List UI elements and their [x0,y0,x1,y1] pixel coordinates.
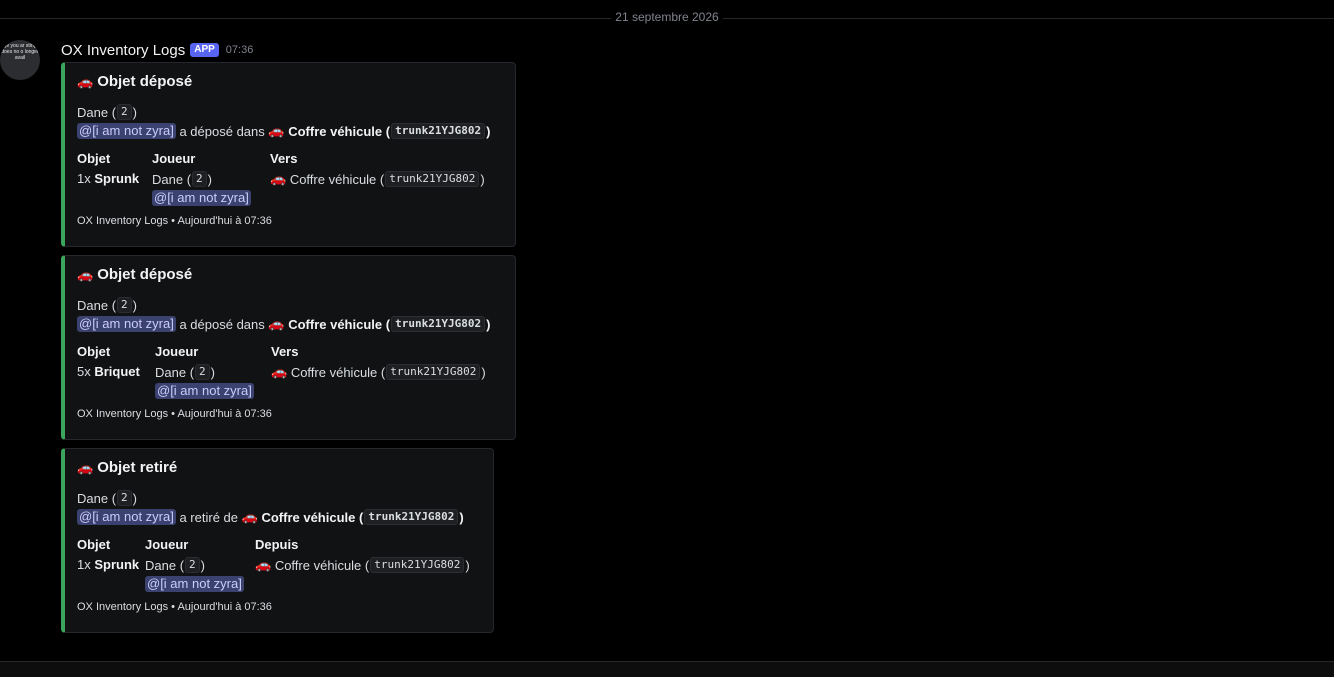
avatar-text: ge you ar sting does no o longer avail [1,43,39,61]
field-objet-value: 5x Briquet [77,364,140,379]
embed-title: 🚗 Objet retiré [77,459,178,476]
embed-title: 🚗 Objet déposé [77,73,193,90]
field-vers-name: Vers [270,151,298,166]
field-joueur-name: Joueur [152,151,196,166]
user-mention[interactable]: @[i am not zyra] [77,123,176,139]
target-id-code: trunk21YJG802 [391,316,486,332]
embed-footer: OX Inventory Logs • Aujourd'hui à 07:36 [77,601,272,613]
car-icon: 🚗 [271,364,288,379]
avatar[interactable]: ge you ar sting does no o longer avail [0,40,40,80]
player-line: Dane (2) [77,490,137,506]
field-depuis-value: 🚗 Coffre véhicule (trunk21YJG802) [255,557,470,573]
car-icon: 🚗 [268,123,285,138]
field-vers-value: 🚗 Coffre véhicule (trunk21YJG802) [271,364,486,380]
action-line: @[i am not zyra] a déposé dans 🚗 Coffre … [77,123,491,139]
field-objet-value: 1x Sprunk [77,171,140,186]
date-divider: 21 septembre 2026 [0,10,1334,24]
field-vers-name: Vers [271,344,299,359]
bottom-bar [0,661,1334,677]
embed-title: 🚗 Objet déposé [77,266,193,283]
user-mention[interactable]: @[i am not zyra] [77,316,176,332]
embed-footer: OX Inventory Logs • Aujourd'hui à 07:36 [77,215,272,227]
car-icon: 🚗 [255,557,272,572]
user-mention[interactable]: @[i am not zyra] [155,383,254,399]
user-mention[interactable]: @[i am not zyra] [77,509,176,525]
field-joueur-value: Dane (2) [145,557,205,573]
car-icon: 🚗 [268,316,285,331]
field-objet-name: Objet [77,151,111,166]
car-icon: 🚗 [77,266,94,282]
field-joueur-mention: @[i am not zyra] [145,576,244,592]
car-icon: 🚗 [241,509,258,524]
car-icon: 🚗 [77,459,94,475]
field-joueur-name: Joueur [145,537,189,552]
player-id-code: 2 [117,490,132,506]
message-time[interactable]: 07:36 [226,44,254,56]
field-objet-name: Objet [77,537,111,552]
field-joueur-value: Dane (2) [152,171,212,187]
embed-card: 🚗 Objet retiré Dane (2) @[i am not zyra]… [61,448,494,633]
player-id-code: 2 [117,104,132,120]
player-line: Dane (2) [77,297,137,313]
app-badge: APP [190,43,219,57]
message-header: OX Inventory Logs APP 07:36 [61,40,253,60]
action-line: @[i am not zyra] a déposé dans 🚗 Coffre … [77,316,491,332]
field-joueur-value: Dane (2) [155,364,215,380]
player-line: Dane (2) [77,104,137,120]
field-joueur-mention: @[i am not zyra] [155,383,254,399]
field-joueur-name: Joueur [155,344,199,359]
field-objet-value: 1x Sprunk [77,557,140,572]
user-mention[interactable]: @[i am not zyra] [145,576,244,592]
user-mention[interactable]: @[i am not zyra] [152,190,251,206]
target-id-code: trunk21YJG802 [364,509,459,525]
field-joueur-mention: @[i am not zyra] [152,190,251,206]
player-id-code: 2 [117,297,132,313]
car-icon: 🚗 [77,73,94,89]
embed-card: 🚗 Objet déposé Dane (2) @[i am not zyra]… [61,62,516,247]
field-depuis-name: Depuis [255,537,299,552]
action-line: @[i am not zyra] a retiré de 🚗 Coffre vé… [77,509,464,525]
embed-footer: OX Inventory Logs • Aujourd'hui à 07:36 [77,408,272,420]
embed-card: 🚗 Objet déposé Dane (2) @[i am not zyra]… [61,255,516,440]
field-objet-name: Objet [77,344,111,359]
author-name[interactable]: OX Inventory Logs [61,42,185,59]
car-icon: 🚗 [270,171,287,186]
target-id-code: trunk21YJG802 [391,123,486,139]
field-vers-value: 🚗 Coffre véhicule (trunk21YJG802) [270,171,485,187]
